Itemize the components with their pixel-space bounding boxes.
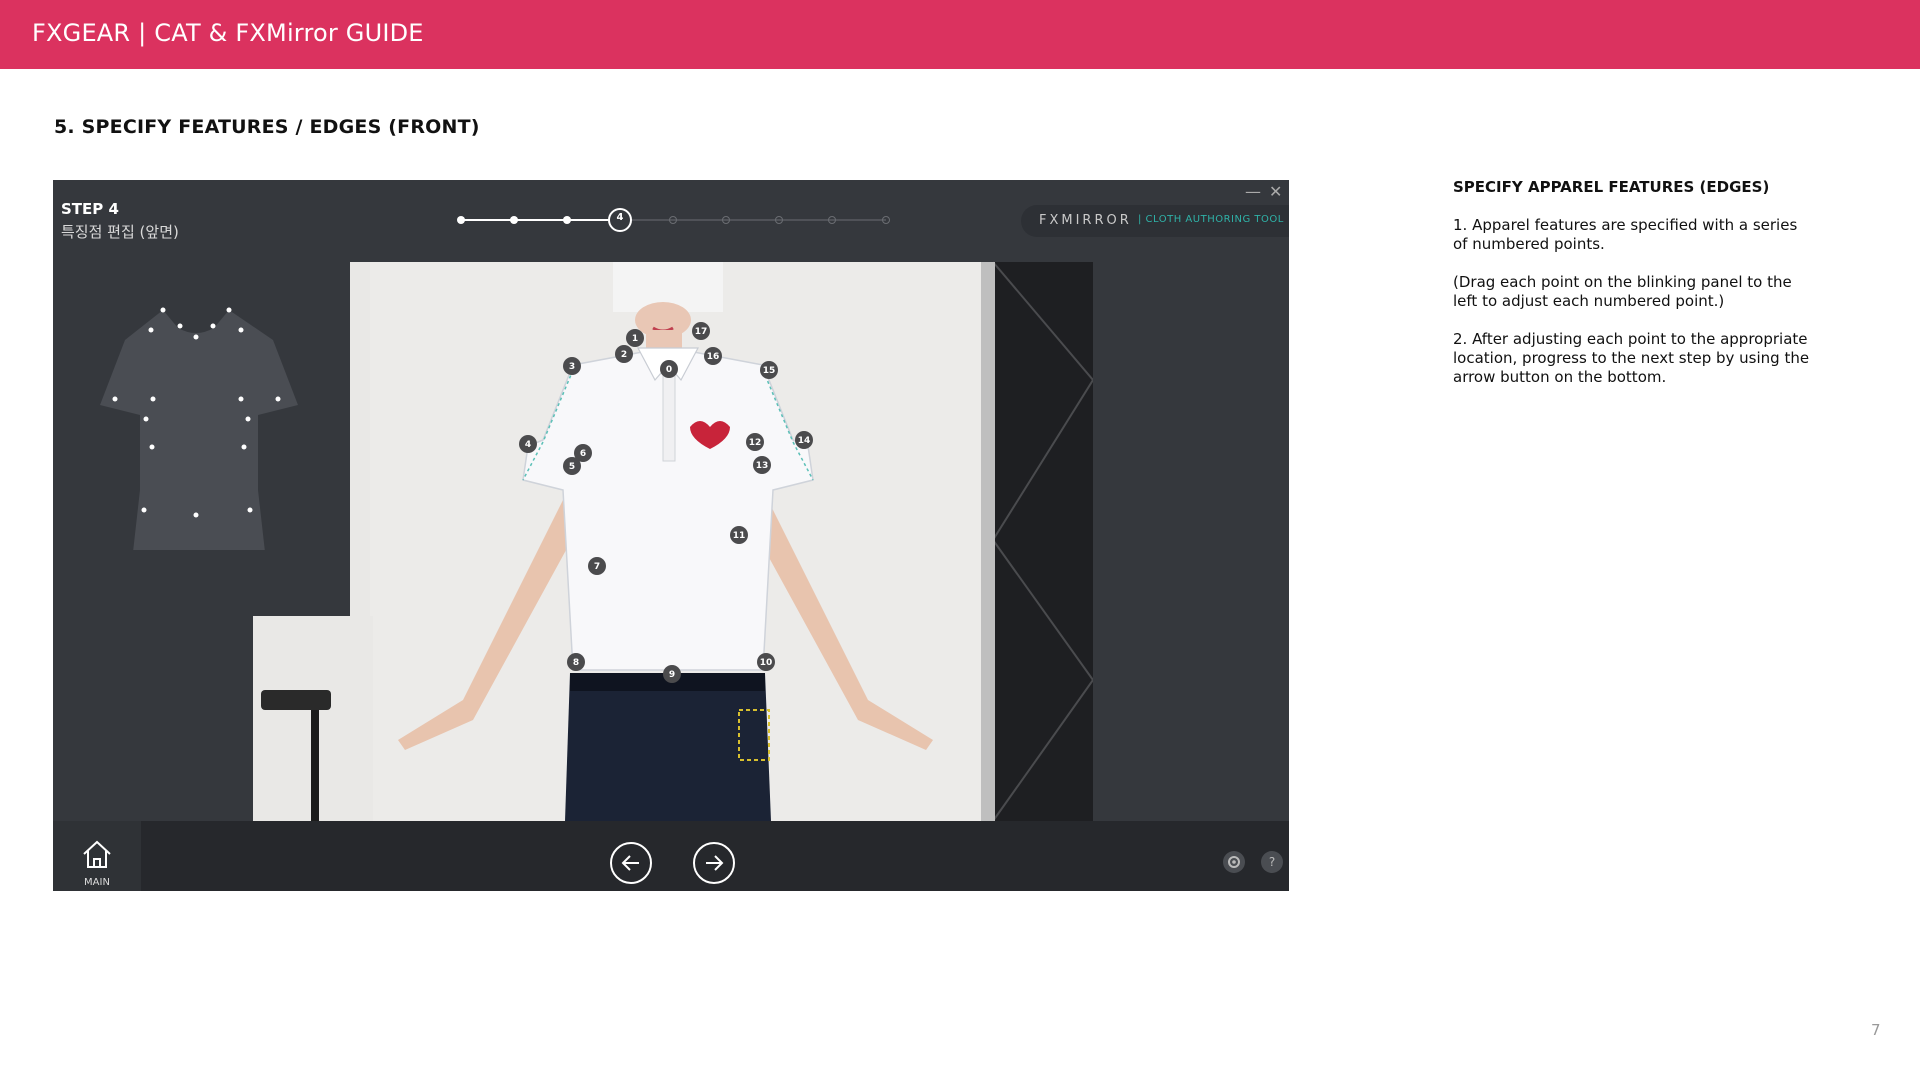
feature-point-8[interactable]: 8 [567, 653, 585, 671]
help-button[interactable]: ? [1261, 851, 1283, 873]
settings-button[interactable] [1223, 851, 1245, 873]
gear-icon [1228, 856, 1240, 868]
brand-badge: FXMIRROR | CLOTH AUTHORING TOOL [1021, 205, 1289, 237]
feature-point-6[interactable]: 6 [574, 444, 592, 462]
feature-point-16[interactable]: 16 [704, 347, 722, 365]
guide-paragraph-2: (Drag each point on the blinking panel t… [1453, 273, 1792, 310]
home-icon [83, 840, 111, 868]
guide-text: SPECIFY APPAREL FEATURES (EDGES) 1. Appa… [1453, 178, 1813, 387]
close-button[interactable]: ✕ [1269, 182, 1282, 201]
svg-text:8: 8 [573, 658, 579, 668]
svg-text:13: 13 [756, 461, 769, 471]
guide-paragraph-1: 1. Apparel features are specified with a… [1453, 216, 1798, 253]
current-step-number: 4 [616, 212, 624, 223]
section-title: 5. SPECIFY FEATURES / EDGES (FRONT) [54, 116, 480, 138]
svg-text:17: 17 [695, 327, 708, 337]
svg-text:7: 7 [594, 562, 600, 572]
svg-text:9: 9 [669, 670, 675, 680]
header-title: FXGEAR | CAT & FXMirror GUIDE [32, 19, 424, 47]
feature-point-9[interactable]: 9 [663, 665, 681, 683]
svg-text:16: 16 [707, 352, 720, 362]
svg-text:1: 1 [632, 334, 638, 344]
feature-point-12[interactable]: 12 [746, 433, 764, 451]
feature-point-17[interactable]: 17 [692, 322, 710, 340]
feature-point-7[interactable]: 7 [588, 557, 606, 575]
bottom-toolbar: MAIN ? [53, 821, 1289, 891]
feature-points-layer[interactable]: 01234567891011121314151617 [53, 180, 1289, 891]
feature-point-3[interactable]: 3 [563, 357, 581, 375]
brand-logo-text: FXMIRROR [1039, 213, 1132, 228]
svg-text:12: 12 [749, 438, 762, 448]
guide-paragraph-3: 2. After adjusting each point to the app… [1453, 330, 1810, 386]
svg-text:5: 5 [569, 462, 575, 472]
feature-point-2[interactable]: 2 [615, 345, 633, 363]
feature-point-1[interactable]: 1 [626, 329, 644, 347]
svg-text:14: 14 [798, 436, 811, 446]
svg-text:15: 15 [763, 366, 776, 376]
feature-point-0[interactable]: 0 [660, 360, 678, 378]
svg-text:6: 6 [580, 449, 586, 459]
feature-point-13[interactable]: 13 [753, 456, 771, 474]
app-window: 0 1 2 3 4 5 6 7 8 9 10 11 12 13 14 15 16 17 4 STEP 4 특징점 … [53, 180, 1289, 891]
guide-heading: SPECIFY APPAREL FEATURES (EDGES) [1453, 178, 1770, 196]
feature-point-10[interactable]: 10 [757, 653, 775, 671]
feature-point-15[interactable]: 15 [760, 361, 778, 379]
svg-text:11: 11 [733, 531, 746, 541]
feature-point-14[interactable]: 14 [795, 431, 813, 449]
page-number: 7 [1871, 1021, 1881, 1039]
minimize-button[interactable]: — [1245, 182, 1261, 201]
feature-point-11[interactable]: 11 [730, 526, 748, 544]
svg-text:4: 4 [525, 440, 531, 450]
svg-text:2: 2 [621, 350, 627, 360]
home-button[interactable]: MAIN [53, 821, 141, 891]
svg-text:10: 10 [760, 658, 773, 668]
back-arrow-button[interactable] [609, 841, 653, 885]
step-subtitle: 특징점 편집 (앞면) [61, 223, 179, 241]
home-label: MAIN [84, 877, 110, 888]
next-arrow-button[interactable] [692, 841, 736, 885]
header-banner: FXGEAR | CAT & FXMirror GUIDE [0, 0, 1920, 69]
svg-text:0: 0 [666, 365, 672, 375]
svg-text:3: 3 [569, 362, 575, 372]
step-label: STEP 4 [61, 200, 119, 218]
feature-point-4[interactable]: 4 [519, 435, 537, 453]
brand-subtitle: | CLOTH AUTHORING TOOL [1138, 214, 1284, 225]
